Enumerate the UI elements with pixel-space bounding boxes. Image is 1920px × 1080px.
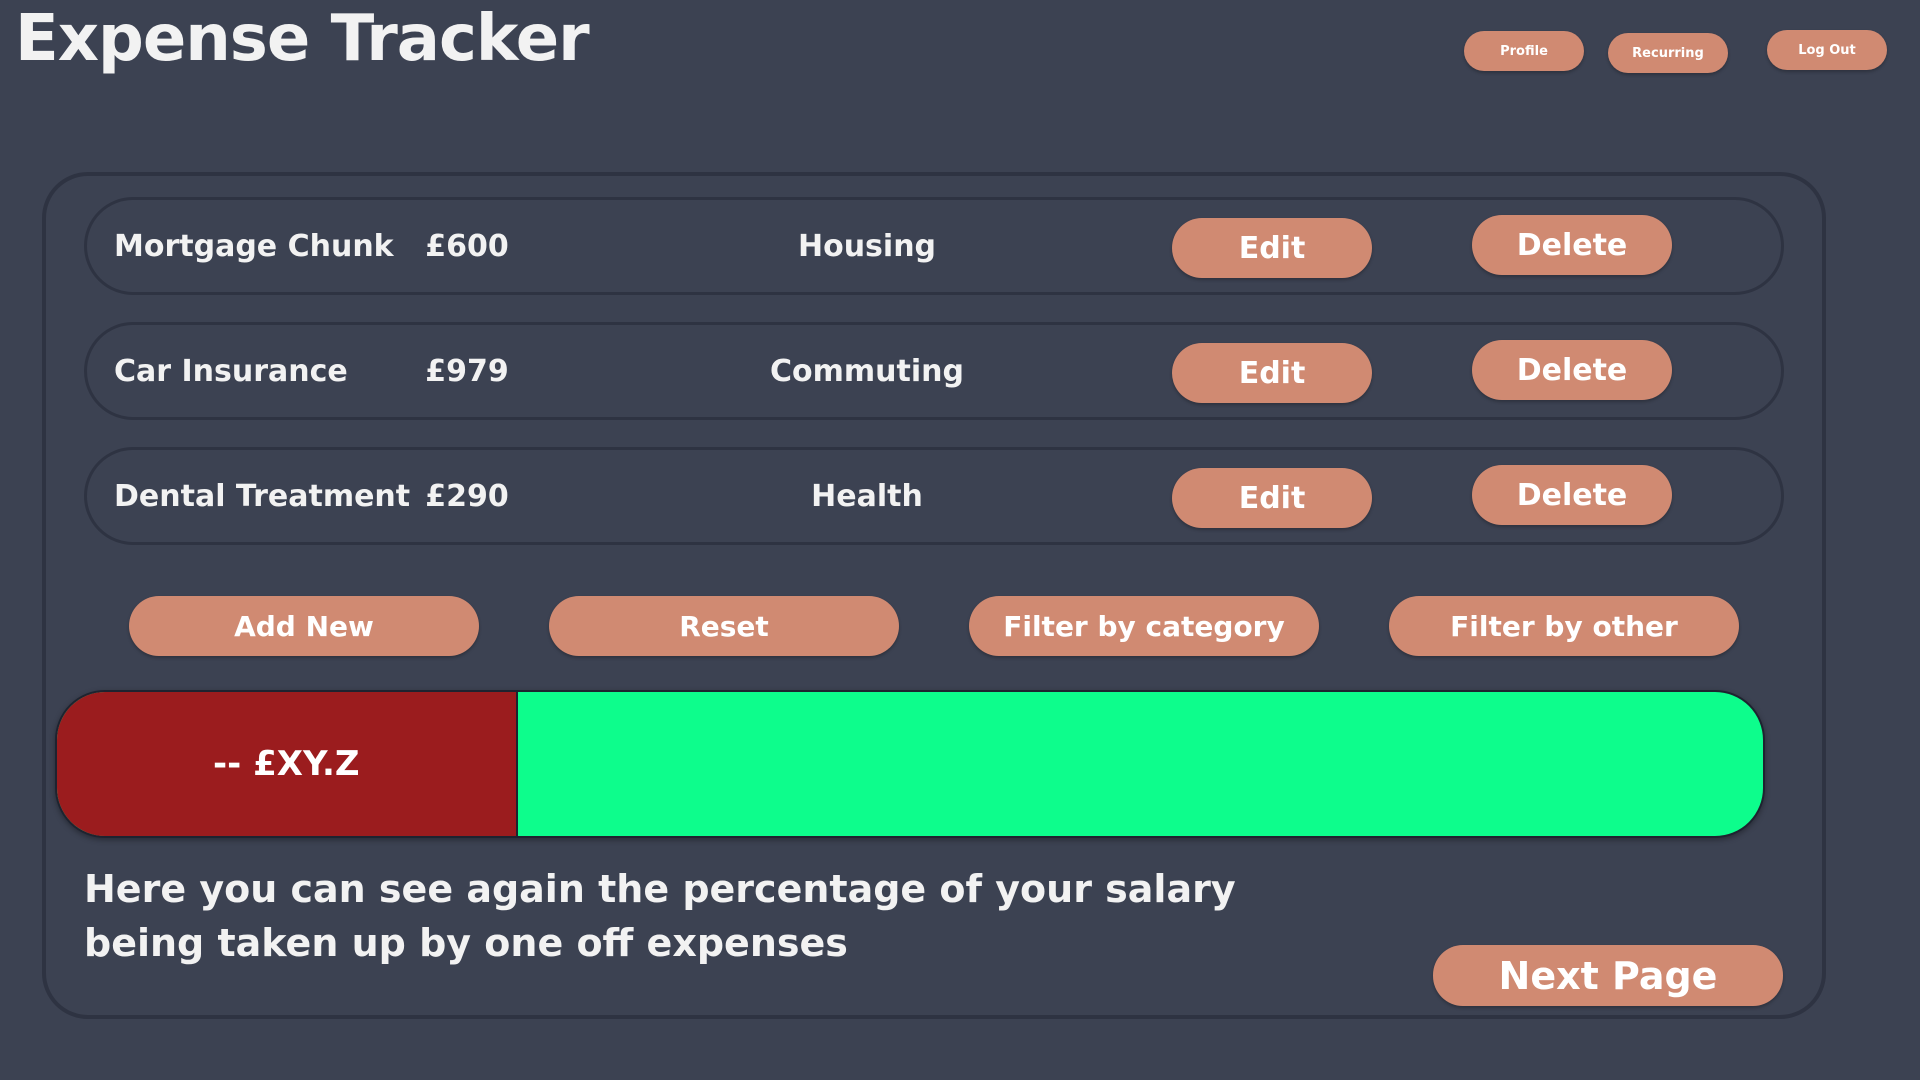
one-off-expenses-fill: -- £XY.Z — [57, 692, 518, 836]
app-title: Expense Tracker — [15, 2, 590, 76]
reset-button[interactable]: Reset — [549, 596, 899, 656]
expense-category: Commuting — [770, 353, 964, 389]
edit-button[interactable]: Edit — [1172, 468, 1372, 528]
delete-button[interactable]: Delete — [1472, 215, 1672, 275]
filter-by-category-button[interactable]: Filter by category — [969, 596, 1319, 656]
profile-button[interactable]: Profile — [1464, 31, 1584, 71]
filter-by-other-button[interactable]: Filter by other — [1389, 596, 1739, 656]
expense-row: Car Insurance £979 Commuting Edit Delete — [84, 322, 1784, 420]
description-line: Here you can see again the percentage of… — [84, 867, 1236, 911]
expense-amount: £600 — [425, 228, 509, 264]
expense-name: Mortgage Chunk — [114, 228, 394, 264]
expense-tracker-app: Expense Tracker Profile Recurring Log Ou… — [0, 0, 1920, 1080]
expense-row: Dental Treatment £290 Health Edit Delete — [84, 447, 1784, 545]
edit-button[interactable]: Edit — [1172, 343, 1372, 403]
next-page-button[interactable]: Next Page — [1433, 945, 1783, 1006]
recurring-button[interactable]: Recurring — [1608, 33, 1728, 73]
expense-name: Car Insurance — [114, 353, 348, 389]
salary-bar-label: -- £XY.Z — [213, 744, 360, 784]
salary-description: Here you can see again the percentage of… — [84, 862, 1284, 970]
delete-button[interactable]: Delete — [1472, 340, 1672, 400]
log-out-button[interactable]: Log Out — [1767, 30, 1887, 70]
description-line: being taken up by one off expenses — [84, 921, 848, 965]
expense-amount: £290 — [425, 478, 509, 514]
expense-category: Housing — [797, 228, 937, 264]
expense-name: Dental Treatment — [114, 478, 411, 514]
delete-button[interactable]: Delete — [1472, 465, 1672, 525]
expense-row: Mortgage Chunk £600 Housing Edit Delete — [84, 197, 1784, 295]
expense-amount: £979 — [425, 353, 509, 389]
salary-percentage-bar: -- £XY.Z — [55, 690, 1765, 838]
add-new-button[interactable]: Add New — [129, 596, 479, 656]
expense-category: Health — [811, 478, 923, 514]
edit-button[interactable]: Edit — [1172, 218, 1372, 278]
